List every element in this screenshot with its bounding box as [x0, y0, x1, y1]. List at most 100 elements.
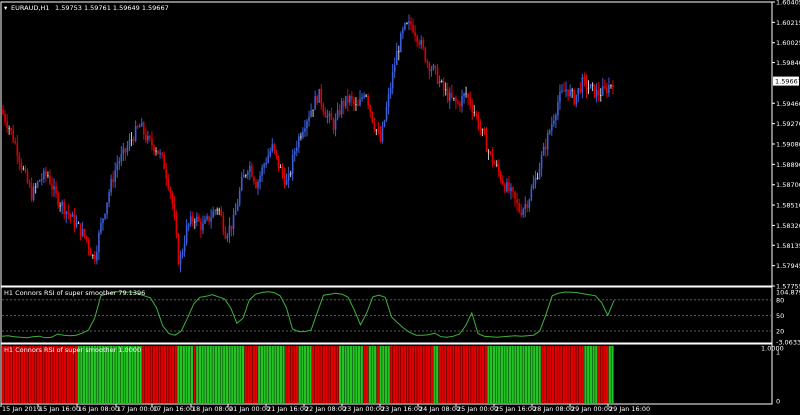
- candle-body: [242, 175, 245, 178]
- price-pane[interactable]: ▾ EURAUD,H1 1.59753 1.59761 1.59649 1.59…: [0, 1, 773, 287]
- candle-body: [404, 23, 406, 29]
- candle-body: [4, 114, 6, 122]
- histogram-bar: [287, 346, 291, 403]
- candle-body: [359, 98, 361, 106]
- histogram-bar: [90, 346, 94, 403]
- candle-body: [122, 148, 125, 154]
- histogram-bar: [347, 346, 350, 403]
- candle-body: [32, 187, 35, 200]
- histogram-bar: [511, 346, 514, 403]
- price-axis-label: 1.57945: [776, 262, 800, 270]
- candle-body: [77, 222, 80, 224]
- histogram-bar: [263, 346, 266, 403]
- histogram-bar: [285, 346, 288, 403]
- candle-body: [116, 163, 119, 171]
- candle-body: [330, 113, 333, 121]
- histogram-bar: [519, 346, 522, 403]
- histogram-bar: [112, 346, 115, 403]
- candle-body: [397, 51, 400, 53]
- price-pane-border: [0, 1, 773, 287]
- connors-rsi-histogram-pane[interactable]: H1 Connors RSI of super smoother 1.0000: [0, 343, 773, 405]
- candle-body: [140, 122, 143, 127]
- candle-body: [49, 175, 51, 185]
- candle-body: [108, 192, 110, 203]
- candle-body: [185, 225, 188, 244]
- candle-body: [34, 186, 37, 188]
- price-axis-label: 1.58890: [776, 161, 800, 169]
- candle-body: [2, 109, 4, 115]
- candle-body: [114, 170, 117, 183]
- candle-body: [526, 204, 529, 208]
- histogram-bar: [303, 346, 307, 403]
- candle-body: [436, 67, 439, 84]
- candle-body: [310, 110, 312, 117]
- histogram-bar: [543, 346, 547, 403]
- candle-body: [181, 251, 184, 256]
- histogram-bar: [61, 346, 64, 403]
- candle-body: [193, 221, 196, 223]
- candle-body: [161, 152, 163, 155]
- histogram-bar: [522, 346, 525, 403]
- candle-body: [322, 104, 325, 112]
- time-axis[interactable]: 15 Jan 201915 Jan 16:0016 Jan 08:00 17 Ja…: [0, 404, 650, 413]
- candle-body: [473, 112, 476, 114]
- candle-body: [149, 135, 151, 139]
- histogram-bar: [271, 346, 274, 403]
- histogram-bar: [500, 346, 504, 403]
- candle-body: [565, 89, 567, 92]
- histogram-bar: [554, 346, 557, 403]
- candle-body: [497, 165, 500, 173]
- candle-body: [336, 110, 339, 119]
- histogram-axis-label: 0: [776, 398, 780, 406]
- histogram-bar: [427, 346, 431, 403]
- histogram-bar: [166, 346, 169, 403]
- histogram-bar: [4, 346, 7, 403]
- price-axis[interactable]: 1.60405 1.60215 1.60025 1.59840 1.59460 1.592…: [772, 0, 800, 291]
- histogram-bar: [382, 346, 385, 403]
- histogram-bar: [398, 346, 401, 403]
- candle-body: [514, 191, 516, 199]
- connors-rsi-line-pane[interactable]: H1 Connors RSI of super smoother 79.1396: [0, 286, 773, 344]
- histogram-bar: [592, 346, 595, 403]
- candle-body: [100, 223, 102, 233]
- histogram-bar: [581, 346, 584, 403]
- histogram-bar: [600, 346, 603, 403]
- candle-body: [196, 216, 198, 222]
- histogram-bar: [578, 346, 582, 403]
- candle-body: [249, 165, 251, 172]
- candle-body: [469, 97, 471, 106]
- candle-body: [428, 63, 431, 72]
- candle-body: [485, 133, 488, 152]
- candle-body: [422, 40, 425, 48]
- histogram-bar: [527, 346, 531, 403]
- candle-body: [367, 95, 369, 106]
- candle-body: [94, 254, 96, 261]
- histogram-bar: [344, 346, 347, 403]
- histogram-bar: [188, 346, 191, 403]
- histogram-bar: [171, 346, 175, 403]
- candle-body: [230, 225, 233, 230]
- candle-body: [400, 33, 402, 52]
- time-axis-label: 25 Jan 00:00: [457, 405, 498, 413]
- histogram-bar: [163, 346, 167, 403]
- histogram-bar: [587, 346, 590, 403]
- histogram-bar: [425, 346, 428, 403]
- candle-body: [120, 153, 123, 162]
- candle-body: [581, 77, 584, 93]
- histogram-bar: [360, 346, 363, 403]
- candle-body: [487, 151, 490, 153]
- candle-body: [214, 210, 216, 212]
- candle-body: [191, 216, 194, 222]
- candle-body: [591, 84, 594, 86]
- histogram-bar: [190, 346, 194, 403]
- histogram-bar: [395, 346, 398, 403]
- candle-body: [442, 80, 445, 90]
- candle-body: [263, 164, 265, 168]
- histogram-bar: [196, 346, 199, 403]
- histogram-bar: [330, 346, 334, 403]
- histogram-bar: [77, 346, 80, 403]
- histogram-bar: [417, 346, 420, 403]
- candle-body: [89, 248, 92, 256]
- candle-body: [351, 95, 353, 100]
- chart-canvas[interactable]: ▾ EURAUD,H1 1.59753 1.59761 1.59649 1.59…: [0, 0, 800, 415]
